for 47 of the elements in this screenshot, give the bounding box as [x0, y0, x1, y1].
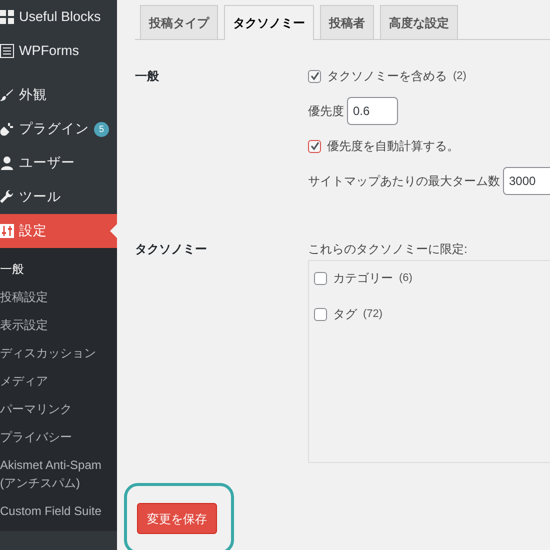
- tab[interactable]: 投稿者: [320, 5, 374, 39]
- menu-item[interactable]: ユーザー: [0, 146, 117, 180]
- field-label: サイトマップあたりの最大ターム数: [308, 173, 500, 190]
- submenu-item[interactable]: プライバシー: [0, 423, 117, 451]
- submenu-item[interactable]: 表示設定: [0, 311, 117, 339]
- count-badge: 5: [94, 122, 109, 136]
- tab[interactable]: 投稿タイプ: [140, 5, 218, 39]
- grid-icon: [0, 10, 14, 24]
- option-label: 優先度を自動計算する。: [327, 138, 459, 155]
- menu-item[interactable]: 外観: [0, 78, 117, 112]
- section-label: タクソノミー: [135, 241, 208, 258]
- checkbox[interactable]: [314, 308, 327, 320]
- menu-item[interactable]: WPForms: [0, 34, 117, 68]
- input-field[interactable]: 0.6: [347, 97, 398, 125]
- tab[interactable]: タクソノミー: [224, 5, 314, 40]
- field-label: 優先度: [308, 103, 344, 120]
- menu-item[interactable]: 設定: [0, 214, 117, 248]
- user-icon: [0, 156, 14, 170]
- submenu-item[interactable]: 投稿設定: [0, 283, 117, 311]
- wrench-icon: [0, 190, 14, 204]
- settings-icon: [0, 224, 14, 238]
- option-label: タグ: [333, 306, 357, 323]
- submenu-item[interactable]: パーマリンク: [0, 395, 117, 423]
- menu-item[interactable]: Useful Blocks: [0, 0, 117, 34]
- tab[interactable]: 高度な設定: [380, 5, 458, 39]
- count-text: (6): [399, 270, 412, 286]
- submenu-item[interactable]: Custom Field Suite: [0, 497, 117, 525]
- checkbox[interactable]: [314, 272, 327, 284]
- count-text: (72): [363, 306, 383, 322]
- section-label: 一般: [135, 68, 160, 85]
- option-label: カテゴリー: [333, 270, 393, 287]
- menu-item[interactable]: プラグイン 5: [0, 112, 117, 146]
- checkbox[interactable]: [308, 70, 321, 82]
- current-pointer-icon: [110, 224, 117, 238]
- submenu-item[interactable]: 一般: [0, 255, 117, 283]
- brush-icon: [0, 88, 14, 102]
- count-text: (2): [453, 68, 466, 84]
- save-button[interactable]: 変更を保存: [137, 503, 217, 534]
- submenu-item[interactable]: Akismet Anti-Spam (アンチスパム): [0, 451, 117, 497]
- submenu-item[interactable]: メディア: [0, 367, 117, 395]
- option-label: タクソノミーを含める: [327, 68, 447, 85]
- menu-item[interactable]: ツール: [0, 180, 117, 214]
- form-icon: [0, 44, 14, 58]
- submenu-item[interactable]: ディスカッション: [0, 339, 117, 367]
- input-field[interactable]: 3000: [503, 167, 550, 195]
- field-label: これらのタクソノミーに限定:: [308, 241, 468, 258]
- checkbox[interactable]: [308, 140, 321, 152]
